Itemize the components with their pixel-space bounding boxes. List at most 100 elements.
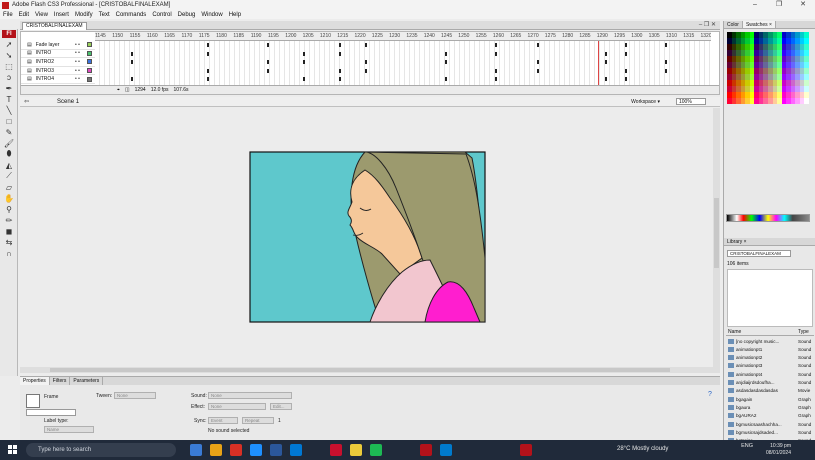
keyframe[interactable] <box>131 60 133 65</box>
stroke-color-icon[interactable]: ✏ <box>2 215 16 225</box>
keyframe[interactable] <box>339 51 341 56</box>
playhead[interactable] <box>598 41 599 86</box>
library-item[interactable]: animationpt4 Sound <box>726 370 814 378</box>
column-name[interactable]: Name <box>726 329 798 335</box>
keyframe[interactable] <box>303 77 305 82</box>
keyframe[interactable] <box>207 43 209 47</box>
keyframe[interactable] <box>625 68 627 73</box>
clock[interactable]: 10:39 pm 08/01/2024 <box>766 443 791 456</box>
menu-help[interactable]: Help <box>229 12 241 18</box>
back-arrow-icon[interactable]: ⇦ <box>24 98 29 105</box>
keyframe[interactable] <box>303 51 305 56</box>
app-icon[interactable] <box>330 444 342 456</box>
layer-row[interactable]: ▤ INTRO4 • • <box>21 75 95 84</box>
library-item[interactable]: bgAURA2 Graph <box>726 412 814 420</box>
fill-color-icon[interactable]: ◼ <box>2 226 16 236</box>
selection-tool-icon[interactable]: ➚ <box>2 39 16 49</box>
keyframe[interactable] <box>605 77 607 82</box>
chrome-icon[interactable] <box>230 444 242 456</box>
scroll-thumb[interactable] <box>50 368 670 372</box>
keyframe[interactable] <box>537 43 539 47</box>
keyframe[interactable] <box>665 68 667 73</box>
edit-button[interactable]: Edit... <box>270 403 292 410</box>
keyframe[interactable] <box>445 51 447 56</box>
frame-name-field[interactable] <box>26 409 76 416</box>
sync-select[interactable]: Event <box>208 417 238 424</box>
tab-strip-controls[interactable]: – ❐ ✕ <box>699 21 716 28</box>
tab-properties[interactable]: Properties <box>20 377 50 385</box>
stage-horizontal-scrollbar[interactable] <box>20 367 720 373</box>
brush-tool-icon[interactable]: 🖌 <box>2 138 16 148</box>
minimize-button[interactable]: – <box>743 0 767 10</box>
layer-outline-color[interactable] <box>87 42 92 48</box>
menu-insert[interactable]: Insert <box>54 12 69 18</box>
keyframe[interactable] <box>267 43 269 47</box>
lasso-tool-icon[interactable]: ↄ <box>2 72 16 82</box>
tween-select[interactable]: None <box>114 392 156 399</box>
taskbar-search-input[interactable]: Type here to search <box>26 443 176 457</box>
flash-active-icon[interactable] <box>520 444 532 456</box>
keyframe[interactable] <box>625 77 627 82</box>
layer-outline-color[interactable] <box>87 76 92 82</box>
language-indicator[interactable]: ENG <box>741 443 753 449</box>
keyframe[interactable] <box>131 51 133 56</box>
keyframe[interactable] <box>267 60 269 65</box>
keyframe[interactable] <box>605 51 607 56</box>
library-item[interactable]: asdasdasdasdasdas Movie <box>726 387 814 395</box>
snap-magnet-icon[interactable]: ∩ <box>2 248 16 258</box>
help-icon[interactable]: ? <box>708 391 712 398</box>
keyframe[interactable] <box>537 68 539 73</box>
keyframe[interactable] <box>365 68 367 73</box>
tab-filters[interactable]: Filters <box>50 377 71 385</box>
paint-bucket-tool-icon[interactable]: ◭ <box>2 160 16 170</box>
library-item[interactable]: bgmusicsaashachha... Sound <box>726 420 814 428</box>
layer-visibility-lock-icons[interactable]: • • <box>75 42 87 48</box>
layer-outline-color[interactable] <box>87 59 92 65</box>
keyframe[interactable] <box>665 43 667 47</box>
keyframe[interactable] <box>207 51 209 56</box>
layer-outline-color[interactable] <box>87 68 92 74</box>
color-swatch[interactable] <box>804 98 809 104</box>
keyframe[interactable] <box>207 68 209 73</box>
library-item[interactable]: animationpt2 Sound <box>726 354 814 362</box>
windows-start-icon[interactable] <box>8 445 18 455</box>
library-item[interactable]: bgaura Graph <box>726 403 814 411</box>
store-icon[interactable] <box>270 444 282 456</box>
zoom-tool-icon[interactable]: ⚲ <box>2 204 16 214</box>
rectangle-tool-icon[interactable]: □ <box>2 116 16 126</box>
library-item[interactable]: bgagain Graph <box>726 395 814 403</box>
keyframe[interactable] <box>267 68 269 73</box>
scroll-thumb[interactable] <box>714 198 719 268</box>
menu-control[interactable]: Control <box>152 12 171 18</box>
hand-tool-icon[interactable]: ✋ <box>2 193 16 203</box>
close-button[interactable]: ✕ <box>791 0 815 10</box>
free-transform-tool-icon[interactable]: ⬚ <box>2 61 16 71</box>
menu-file[interactable]: File <box>3 12 13 18</box>
label-type-select[interactable]: Name <box>44 426 94 433</box>
eraser-tool-icon[interactable]: ▱ <box>2 182 16 192</box>
vscode-icon[interactable] <box>440 444 452 456</box>
eyedropper-tool-icon[interactable]: ⟋ <box>2 171 16 181</box>
mail-icon[interactable] <box>290 444 302 456</box>
keyframe[interactable] <box>625 51 627 56</box>
layer-row[interactable]: ▤ Fade layer • • <box>21 41 95 50</box>
effect-select[interactable]: None <box>208 403 266 410</box>
pen-tool-icon[interactable]: ✒ <box>2 83 16 93</box>
library-tab[interactable]: Library × <box>724 238 815 246</box>
swatch-strip[interactable] <box>726 214 810 222</box>
repeat-select[interactable]: Repeat <box>242 417 274 424</box>
menu-text[interactable]: Text <box>99 12 110 18</box>
scene-name[interactable]: Scene 1 <box>57 99 79 105</box>
menu-debug[interactable]: Debug <box>178 12 196 18</box>
workspace-menu[interactable]: Workspace ▾ <box>631 99 660 105</box>
keyframe[interactable] <box>495 77 497 82</box>
library-item[interactable]: anjdiaijrdsdoufha... Sound <box>726 379 814 387</box>
weather-widget[interactable]: 28°C Mostly cloudy <box>617 446 668 452</box>
keyframe[interactable] <box>495 68 497 73</box>
tab-parameters[interactable]: Parameters <box>70 377 104 385</box>
pencil-tool-icon[interactable]: ✎ <box>2 127 16 137</box>
keyframe[interactable] <box>495 51 497 56</box>
keyframe[interactable] <box>339 77 341 82</box>
task-view-icon[interactable] <box>190 444 202 456</box>
stage-vertical-scrollbar[interactable] <box>713 108 720 367</box>
